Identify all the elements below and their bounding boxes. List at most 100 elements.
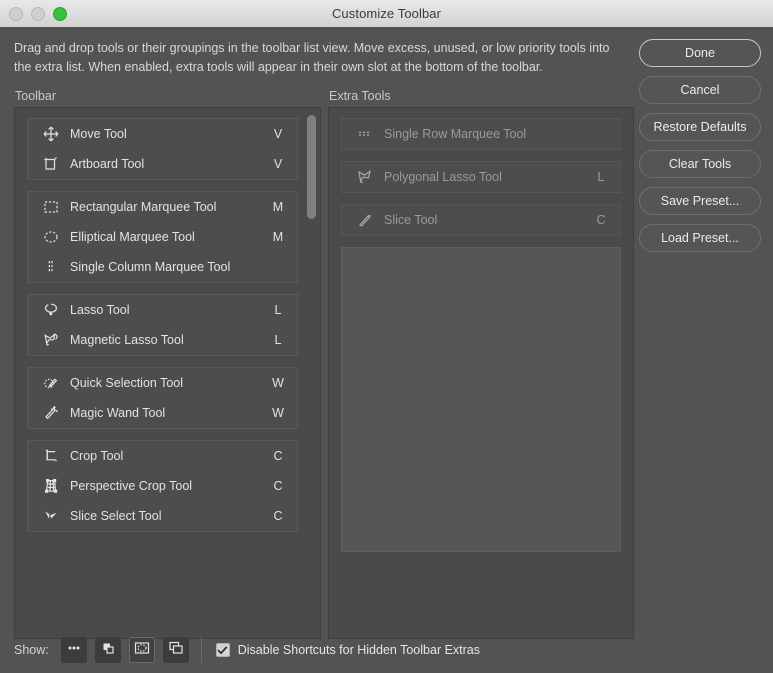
tool-shortcut: C (273, 449, 283, 463)
instructions-text: Drag and drop tools or their groupings i… (14, 41, 610, 74)
slice-select-tool-icon (38, 506, 64, 526)
tool-shortcut: V (273, 157, 283, 171)
tool-shortcut: L (274, 333, 282, 347)
tool-shortcut: L (597, 170, 605, 184)
zoom-button[interactable] (53, 6, 67, 21)
extra-tool-group[interactable]: Slice Tool C (341, 204, 621, 236)
magic-wand-tool-icon (38, 403, 64, 423)
lasso-tool-icon (38, 300, 64, 320)
tool-name: Artboard Tool (70, 157, 145, 171)
tool-shortcut: M (272, 200, 284, 214)
quick-selection-tool-icon (38, 373, 64, 393)
tool-row[interactable]: Polygonal Lasso Tool L (342, 162, 620, 192)
tool-row[interactable]: Move Tool V (28, 119, 297, 149)
extra-tools-list-panel[interactable]: Single Row Marquee Tool Polygonal Lasso T… (328, 107, 634, 639)
bottom-divider (200, 637, 202, 663)
elliptical-marquee-tool-icon (38, 227, 64, 247)
tool-name: Single Row Marquee Tool (384, 127, 527, 141)
tool-row[interactable]: Elliptical Marquee Tool M (28, 222, 297, 252)
tool-row[interactable]: Slice Tool C (342, 205, 620, 235)
toolbar-list-scrollbar[interactable] (307, 112, 316, 634)
ellipsis-icon (64, 638, 84, 663)
tool-shortcut: L (274, 303, 282, 317)
artboard-tool-icon (38, 154, 64, 174)
extra-tool-group[interactable]: Single Row Marquee Tool (341, 118, 621, 150)
polygonal-lasso-tool-icon (352, 167, 378, 187)
toolbar-groups-container: Move Tool V Artboard Tool V Rectangular Marq… (15, 108, 320, 638)
done-button[interactable]: Done (639, 39, 761, 67)
tool-shortcut: C (596, 213, 606, 227)
tool-shortcut: W (272, 406, 284, 420)
tool-name: Crop Tool (70, 449, 124, 463)
move-tool-icon (38, 124, 64, 144)
screen-mode-icon (166, 638, 186, 663)
screen-mode-button[interactable] (162, 637, 189, 663)
tool-row[interactable]: Crop Tool C (28, 441, 297, 471)
tool-name: Rectangular Marquee Tool (70, 200, 217, 214)
tool-row[interactable]: Single Column Marquee Tool (28, 252, 297, 282)
extra-tools-dropzone[interactable] (341, 247, 621, 552)
tool-name: Quick Selection Tool (70, 376, 184, 390)
crop-tool-icon (38, 446, 64, 466)
extra-tool-group[interactable]: Polygonal Lasso Tool L (341, 161, 621, 193)
disable-shortcuts-checkbox-row[interactable]: Disable Shortcuts for Hidden Toolbar Ext… (215, 643, 480, 657)
show-icon-buttons (60, 637, 189, 663)
single-row-marquee-tool-icon (352, 124, 378, 144)
tool-row[interactable]: Quick Selection Tool W (28, 368, 297, 398)
tool-shortcut: M (272, 230, 284, 244)
tool-name: Perspective Crop Tool (70, 479, 193, 493)
window-titlebar: Customize Toolbar (0, 0, 773, 28)
close-button[interactable] (9, 6, 23, 21)
tool-name: Elliptical Marquee Tool (70, 230, 195, 244)
tool-name: Lasso Tool (70, 303, 130, 317)
slice-tool-icon (352, 210, 378, 230)
clear-tools-button[interactable]: Clear Tools (639, 150, 761, 178)
quick-mask-button[interactable] (128, 637, 155, 663)
tool-row[interactable]: Perspective Crop Tool C (28, 471, 297, 501)
toolbar-tool-group[interactable]: Quick Selection Tool W Magic Wand Tool W (27, 367, 298, 429)
toolbar-tool-group[interactable]: Lasso Tool L Magnetic Lasso Tool L (27, 294, 298, 356)
minimize-button[interactable] (31, 6, 45, 21)
disable-shortcuts-label: Disable Shortcuts for Hidden Toolbar Ext… (237, 643, 480, 657)
show-label: Show: (14, 643, 49, 657)
save-preset-button[interactable]: Save Preset... (639, 187, 761, 215)
tool-shortcut: W (272, 376, 284, 390)
scrollbar-thumb[interactable] (307, 115, 316, 219)
rectangular-marquee-tool-icon (38, 197, 64, 217)
tool-shortcut: V (273, 127, 283, 141)
tool-row[interactable]: Rectangular Marquee Tool M (28, 192, 297, 222)
load-preset-button[interactable]: Load Preset... (639, 224, 761, 252)
tool-name: Slice Tool (384, 213, 438, 227)
perspective-crop-tool-icon (38, 476, 64, 496)
tool-row[interactable]: Magnetic Lasso Tool L (28, 325, 297, 355)
ellipsis-button[interactable] (60, 637, 87, 663)
extra-groups-container: Single Row Marquee Tool Polygonal Lasso T… (329, 108, 633, 638)
tool-row[interactable]: Magic Wand Tool W (28, 398, 297, 428)
tool-name: Polygonal Lasso Tool (384, 170, 502, 184)
toolbar-tool-group[interactable]: Crop Tool C Perspective Crop Tool C Slice Se… (27, 440, 298, 532)
bottom-bar: Show: Disable Shortcuts for Hidden Toolb… (0, 627, 773, 673)
cancel-button[interactable]: Cancel (639, 76, 761, 104)
window-title: Customize Toolbar (331, 6, 442, 21)
disable-shortcuts-checkbox[interactable] (215, 643, 230, 657)
tool-row[interactable]: Artboard Tool V (28, 149, 297, 179)
tool-row[interactable]: Lasso Tool L (28, 295, 297, 325)
foreground-background-color-icon (98, 638, 118, 663)
foreground-background-color-button[interactable] (94, 637, 121, 663)
extra-tools-column-header: Extra Tools (329, 89, 391, 103)
tool-shortcut: C (273, 479, 283, 493)
tool-name: Slice Select Tool (70, 509, 162, 523)
restore-defaults-button[interactable]: Restore Defaults (639, 113, 761, 141)
tool-name: Single Column Marquee Tool (70, 260, 231, 274)
tool-name: Magic Wand Tool (70, 406, 166, 420)
toolbar-list-panel[interactable]: Move Tool V Artboard Tool V Rectangular Marq… (14, 107, 321, 639)
tool-row[interactable]: Single Row Marquee Tool (342, 119, 620, 149)
toolbar-column-header: Toolbar (15, 89, 56, 103)
toolbar-tool-group[interactable]: Move Tool V Artboard Tool V (27, 118, 298, 180)
toolbar-tool-group[interactable]: Rectangular Marquee Tool M Elliptical Marq… (27, 191, 298, 283)
tool-row[interactable]: Slice Select Tool C (28, 501, 297, 531)
customize-toolbar-window: Customize Toolbar Drag and drop tools or… (0, 0, 773, 673)
tool-shortcut: C (273, 509, 283, 523)
tool-name: Move Tool (70, 127, 127, 141)
dialog-button-column: Done Cancel Restore Defaults Clear Tools Sav… (639, 39, 761, 261)
